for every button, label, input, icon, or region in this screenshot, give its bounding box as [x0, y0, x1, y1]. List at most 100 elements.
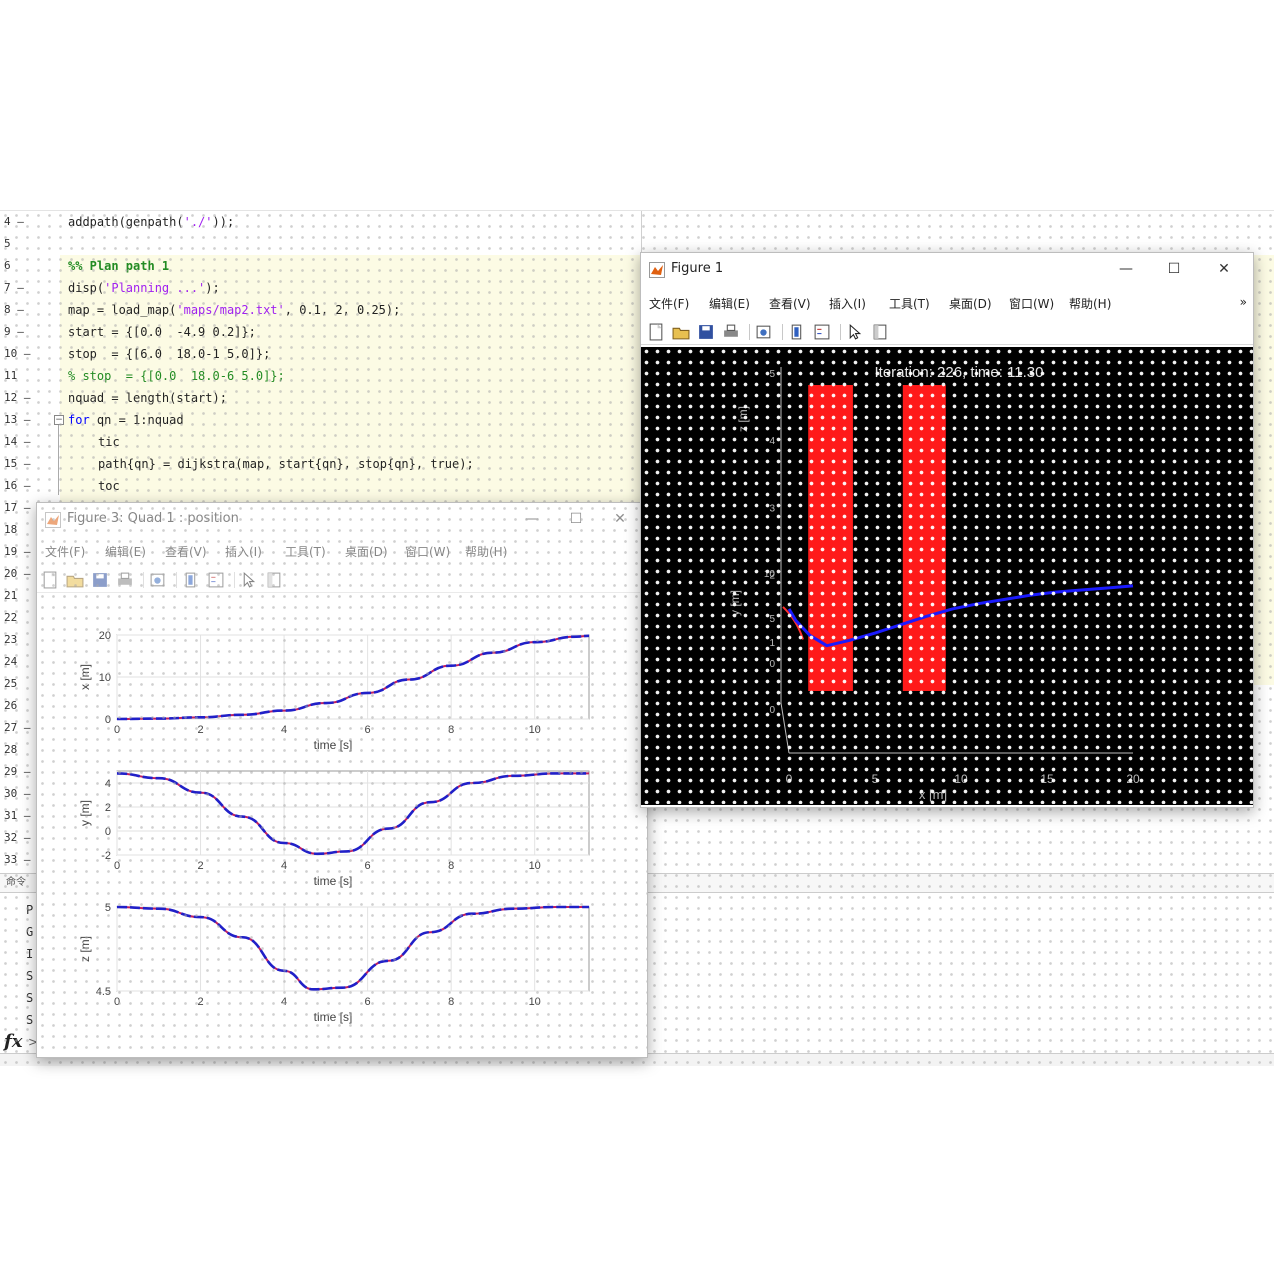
code-line-4[interactable]: addpath(genpath('./')); [68, 211, 234, 233]
z-tick-label: 0 [769, 705, 775, 716]
menu-item[interactable]: 桌面(D) [949, 295, 992, 312]
line-number: 4 – [4, 215, 24, 228]
code-line-12[interactable]: nquad = length(start); [68, 387, 227, 409]
line-number: 14 – [4, 435, 31, 448]
y-tick-label: 5 [769, 614, 775, 625]
map-plot[interactable]: 0 5 10 15 205432100510x [m]y [m]z [m]Iterati… [641, 347, 1253, 805]
menu-item[interactable]: 文件(F) [649, 295, 689, 312]
menu-item[interactable]: 帮助(H) [1069, 295, 1111, 312]
property-editor-icon[interactable] [265, 571, 283, 589]
print-icon[interactable] [116, 571, 134, 589]
right-text-limit-line [641, 211, 642, 255]
menu-item[interactable]: 文件(F) [45, 543, 85, 560]
toolbar-separator [143, 572, 144, 588]
command-output-line: S [26, 969, 34, 983]
menu-item[interactable]: 插入(I) [225, 543, 262, 560]
save-icon[interactable] [697, 323, 715, 341]
z-tick-label: 5 [769, 369, 775, 380]
print-icon[interactable] [722, 323, 740, 341]
x-tick-label: 0 [114, 860, 120, 872]
figure3-titlebar[interactable]: Figure 3: Quad 1 : position — ☐ ✕ [37, 503, 647, 537]
y-tick-label: 10 [99, 672, 111, 684]
x-tick-label: 10 [529, 860, 541, 872]
maximize-button[interactable]: ☐ [1159, 259, 1189, 279]
close-button[interactable]: ✕ [1209, 259, 1239, 279]
legend-icon[interactable] [207, 571, 225, 589]
y-tick-label: -2 [101, 850, 111, 862]
legend-icon[interactable] [813, 323, 831, 341]
pointer-icon[interactable] [846, 323, 864, 341]
code-line-10[interactable]: stop = {[6.0 18.0-1 5.0]}; [68, 343, 270, 365]
link-plot-icon[interactable] [755, 323, 773, 341]
menu-item[interactable]: 窗口(W) [405, 543, 450, 560]
code-line-15[interactable]: path{qn} = dijkstra(map, start{qn}, stop… [98, 453, 474, 475]
property-editor-icon[interactable] [871, 323, 889, 341]
open-file-icon[interactable] [672, 323, 690, 341]
menu-item[interactable]: 编辑(E) [105, 543, 146, 560]
position-plots[interactable]: 0 2 4 6 8 1001020time [s]x [m]0 2 4 6 8 10-2024tim… [37, 595, 647, 1055]
colorbar-icon[interactable] [182, 571, 200, 589]
y-tick-label: 0 [105, 714, 111, 726]
save-icon[interactable] [91, 571, 109, 589]
code-line-13[interactable]: for qn = 1:nquad [68, 409, 184, 431]
menu-item[interactable]: 窗口(W) [1009, 295, 1054, 312]
code-line-14[interactable]: tic [98, 431, 120, 453]
figure3-menubar: 文件(F) 编辑(E) 查看(V) 插入(I) 工具(T) 桌面(D) 窗口(W) 帮助(H) [37, 539, 647, 563]
figure3-window[interactable]: Figure 3: Quad 1 : position — ☐ ✕ 文件(F) 编… [36, 502, 648, 1058]
z-tick-label: 3 [769, 503, 775, 514]
menu-item[interactable]: 帮助(H) [465, 543, 507, 560]
fx-prompt-icon: fx [4, 1031, 23, 1052]
open-file-icon[interactable] [66, 571, 84, 589]
command-output-line: S [26, 1013, 34, 1027]
link-plot-icon[interactable] [149, 571, 167, 589]
code-line-11[interactable]: % stop = {[0.0 18.0-6 5.0]}; [68, 365, 285, 387]
y-tick-label: 20 [99, 630, 111, 642]
pointer-icon[interactable] [240, 571, 258, 589]
new-figure-icon[interactable] [41, 571, 59, 589]
maximize-button[interactable]: ☐ [561, 509, 591, 529]
menu-item[interactable]: 工具(T) [889, 295, 930, 312]
figure3-title: Figure 3: Quad 1 : position [67, 511, 239, 526]
x-tick-label: 6 [365, 996, 371, 1008]
x-tick-label: 4 [281, 996, 287, 1008]
fold-toggle-icon[interactable]: − [54, 415, 64, 425]
subplot-z[interactable]: 0 2 4 6 8 10 4.5 5 time [s] z [m] [78, 902, 590, 1024]
y-axis-label: x [m] [78, 664, 92, 690]
minimize-button[interactable]: — [1111, 259, 1141, 279]
subplot-y[interactable]: 0 2 4 6 8 10-2024time [s]y [m] [78, 770, 590, 888]
menu-item[interactable]: 编辑(E) [709, 295, 750, 312]
plot-background [641, 347, 1253, 805]
code-line-7[interactable]: disp('Planning ...'); [68, 277, 220, 299]
line-number: 9 – [4, 325, 24, 338]
x-tick-label: 8 [448, 996, 454, 1008]
code-line-9[interactable]: start = {[0.0 -4.9 0.2]}; [68, 321, 256, 343]
x-tick-label: 20 [1126, 772, 1140, 786]
y-tick-label: 4 [105, 778, 111, 790]
menu-overflow-icon[interactable]: » [1240, 295, 1247, 309]
line-number: 10 – [4, 347, 31, 360]
menu-item[interactable]: 桌面(D) [345, 543, 388, 560]
new-figure-icon[interactable] [647, 323, 665, 341]
colorbar-icon[interactable] [788, 323, 806, 341]
command-output-line: P [26, 903, 34, 917]
fold-guide [58, 425, 59, 495]
close-button[interactable]: ✕ [605, 509, 635, 529]
x-tick-label: 6 [365, 724, 371, 736]
x-tick-label: 4 [281, 860, 287, 872]
figure1-titlebar[interactable]: Figure 1 — ☐ ✕ [641, 253, 1253, 287]
menu-item[interactable]: 工具(T) [285, 543, 326, 560]
x-axis-label: time [s] [314, 738, 353, 752]
figure1-window[interactable]: Figure 1 — ☐ ✕ » 文件(F) 编辑(E) 查看(V) 插入(I) 工具(… [640, 252, 1254, 808]
code-line-8[interactable]: map = load_map('maps/map2.txt', 0.1, 2, … [68, 299, 400, 321]
x-tick-label: 10 [529, 996, 541, 1008]
x-tick-label: 8 [448, 860, 454, 872]
x-tick-label: 6 [365, 860, 371, 872]
code-line-16[interactable]: toc [98, 475, 120, 497]
menu-item[interactable]: 查看(V) [769, 295, 811, 312]
menu-item[interactable]: 查看(V) [165, 543, 207, 560]
command-output-line: I [26, 947, 34, 961]
subplot-x[interactable]: 0 2 4 6 8 10 0 10 20 time [s] x [m] [78, 630, 590, 752]
code-line-6[interactable]: %% Plan path 1 [68, 255, 169, 277]
menu-item[interactable]: 插入(I) [829, 295, 866, 312]
minimize-button[interactable]: — [517, 509, 547, 529]
